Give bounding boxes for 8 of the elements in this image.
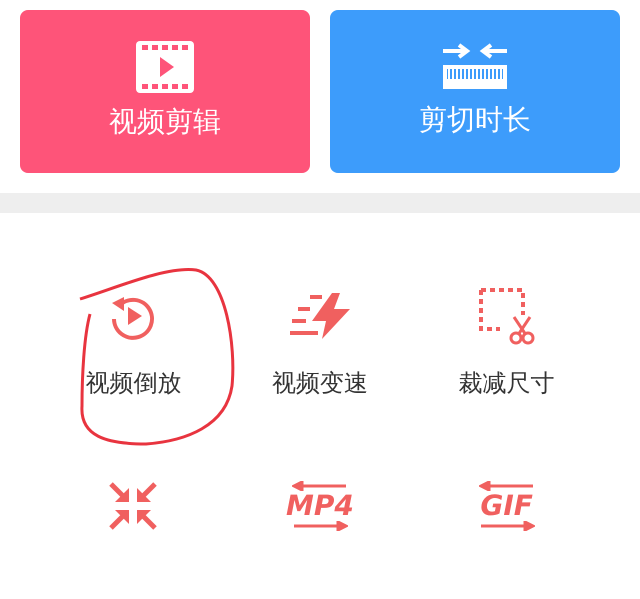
- compress-icon: [108, 481, 158, 531]
- tool-label[interactable]: 视频倒放: [85, 365, 182, 401]
- tool-label[interactable]: 裁减尺寸: [458, 365, 555, 401]
- crop-scissors-icon: [478, 287, 536, 345]
- ruler-icon: [441, 42, 509, 90]
- lightning-icon: [288, 291, 352, 341]
- tool-label[interactable]: 视频变速: [272, 365, 368, 401]
- film-icon: [136, 40, 194, 92]
